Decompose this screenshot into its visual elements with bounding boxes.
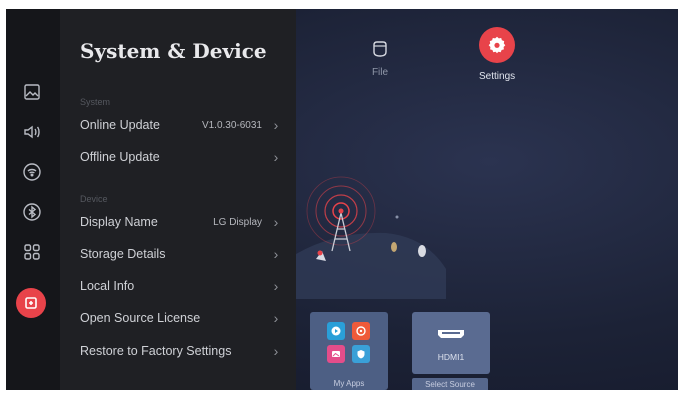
menu-item-restore-factory[interactable]: Restore to Factory Settings ›	[80, 340, 280, 362]
image-icon[interactable]	[20, 80, 44, 104]
version-value: V1.0.30-6031	[201, 119, 262, 131]
section-label-system: System	[80, 97, 111, 107]
chevron-right-icon: ›	[273, 246, 279, 262]
file-label: File	[371, 67, 389, 78]
file-menu-item[interactable]: File	[371, 39, 389, 78]
menu-item-online-update[interactable]: Online Update V1.0.30-6031 ›	[80, 114, 280, 136]
settings-label: Settings	[479, 71, 516, 82]
menu-item-open-source-license[interactable]: Open Source License ›	[80, 307, 280, 329]
bluetooth-icon[interactable]	[20, 200, 44, 224]
menu-item-local-info[interactable]: Local Info ›	[80, 275, 280, 297]
play-app-icon	[327, 322, 345, 340]
menu-item-label: Online Update	[80, 118, 160, 132]
tv-screen: System & Device System Online Update V1.…	[6, 9, 678, 390]
shield-app-icon	[352, 345, 370, 363]
chevron-right-icon: ›	[273, 343, 279, 359]
wifi-icon[interactable]	[20, 160, 44, 184]
menu-item-label: Local Info	[80, 279, 135, 293]
gallery-app-icon	[327, 345, 345, 363]
chevron-right-icon: ›	[273, 278, 279, 294]
select-source-label: Select Source	[412, 378, 488, 390]
settings-menu-item[interactable]: Settings	[479, 27, 515, 82]
menu-item-label: Open Source License	[80, 311, 201, 325]
file-icon	[373, 41, 387, 57]
chevron-right-icon: ›	[273, 310, 279, 326]
menu-item-label: Display Name	[80, 215, 158, 229]
my-apps-tile[interactable]: My Apps	[310, 312, 388, 390]
chevron-right-icon: ›	[273, 149, 279, 165]
system-device-panel: System & Device System Online Update V1.…	[60, 9, 296, 390]
chevron-right-icon: ›	[273, 117, 279, 133]
hdmi1-source-tile[interactable]: HDMI1	[412, 312, 490, 374]
menu-item-label: Storage Details	[80, 247, 166, 261]
chevron-right-icon: ›	[273, 214, 279, 230]
hdmi-port-icon	[438, 330, 464, 338]
signal-tower-illustration	[296, 176, 446, 299]
settings-gear-icon	[479, 27, 516, 63]
display-name-value: LG Display	[213, 216, 262, 228]
menu-item-label: Restore to Factory Settings	[80, 344, 232, 358]
speaker-icon[interactable]	[20, 120, 44, 144]
sidebar-rail	[6, 9, 60, 390]
music-app-icon	[352, 322, 370, 340]
hdmi1-label: HDMI1	[437, 352, 465, 362]
menu-item-label: Offline Update	[80, 150, 160, 164]
menu-item-offline-update[interactable]: Offline Update ›	[80, 146, 280, 168]
system-device-icon[interactable]	[16, 288, 46, 318]
menu-item-display-name[interactable]: Display Name LG Display ›	[80, 211, 280, 233]
section-label-device: Device	[80, 194, 108, 204]
my-apps-label: My Apps	[333, 379, 365, 388]
page-title: System & Device	[80, 39, 267, 63]
apps-grid-icon[interactable]	[20, 240, 44, 264]
menu-item-storage-details[interactable]: Storage Details ›	[80, 243, 280, 265]
